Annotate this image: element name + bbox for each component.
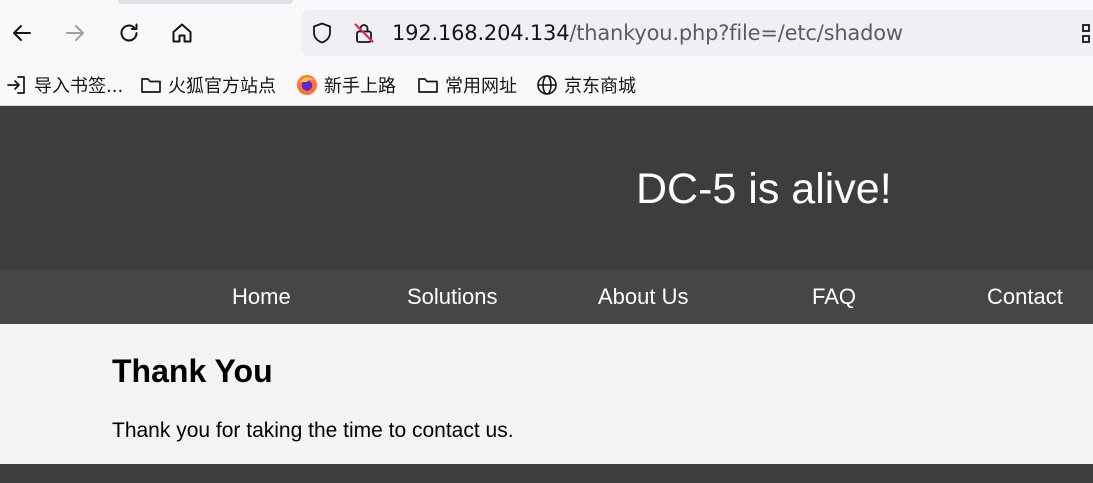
forward-button[interactable] [59, 17, 91, 49]
page-body-text: Thank you for taking the time to contact… [112, 419, 514, 442]
home-button[interactable] [166, 17, 198, 49]
firefox-icon [297, 75, 317, 95]
bookmark-label: 导入书签... [34, 76, 124, 97]
bookmark-label: 火狐官方站点 [168, 76, 276, 97]
nav-faq[interactable]: FAQ [812, 284, 856, 310]
browser-toolbar: 192.168.204.134/thankyou.php?file=/etc/s… [0, 0, 1093, 66]
arrow-right-icon [66, 25, 84, 41]
nav-home[interactable]: Home [232, 284, 291, 310]
folder-icon [141, 78, 161, 93]
url-bar[interactable]: 192.168.204.134/thankyou.php?file=/etc/s… [301, 10, 1093, 56]
reload-button[interactable] [113, 17, 145, 49]
bookmark-common-sites[interactable]: 常用网址 [417, 72, 517, 98]
globe-icon [537, 75, 557, 95]
page-heading: Thank You [112, 353, 273, 389]
bookmark-label: 京东商城 [564, 76, 636, 97]
arrow-left-icon [13, 25, 31, 41]
site-nav: Home Solutions About Us FAQ Contact [0, 270, 1093, 324]
site-footer [0, 464, 1093, 483]
bookmark-label: 常用网址 [445, 76, 517, 97]
site-header: DC-5 is alive! [0, 106, 1093, 270]
url-text[interactable]: 192.168.204.134/thankyou.php?file=/etc/s… [392, 21, 903, 45]
url-host: 192.168.204.134 [392, 21, 570, 45]
bookmarks-toolbar: 导入书签... 火狐官方站点 新手上路 常用网址 京东商城 [0, 66, 1093, 106]
nav-contact[interactable]: Contact [987, 284, 1063, 310]
import-icon [7, 76, 25, 94]
bookmark-getting-started[interactable]: 新手上路 [296, 72, 396, 98]
home-icon [172, 23, 192, 43]
reload-icon [120, 23, 138, 42]
nav-about-us[interactable]: About Us [598, 284, 689, 310]
nav-solutions[interactable]: Solutions [407, 284, 498, 310]
bookmark-import[interactable]: 导入书签... [6, 72, 123, 98]
shield-icon[interactable] [310, 21, 334, 45]
url-path: /thankyou.php?file=/etc/shadow [569, 21, 903, 45]
site-title: DC-5 is alive! [636, 165, 892, 213]
active-tab-edge[interactable] [118, 0, 293, 4]
qr-code-icon[interactable] [1081, 23, 1093, 45]
insecure-lock-icon[interactable] [352, 21, 376, 45]
bookmark-jd[interactable]: 京东商城 [536, 72, 636, 98]
bookmark-firefox-site[interactable]: 火狐官方站点 [140, 72, 276, 98]
back-button[interactable] [6, 17, 38, 49]
folder-icon [418, 78, 438, 93]
bookmark-label: 新手上路 [324, 76, 396, 97]
